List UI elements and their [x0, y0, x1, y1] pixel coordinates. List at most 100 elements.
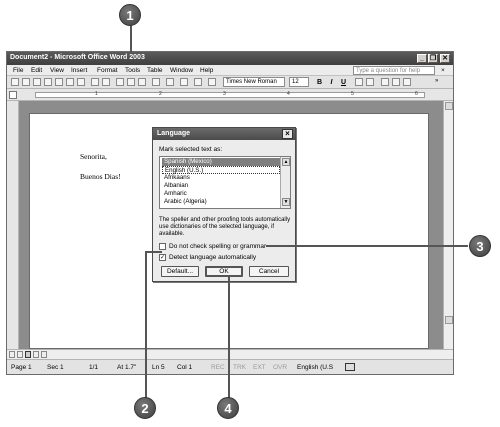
hyperlink-icon[interactable] [180, 78, 188, 86]
status-section: Sec 1 [47, 364, 64, 371]
spelling-status-icon[interactable] [345, 363, 355, 371]
email-icon[interactable] [55, 78, 63, 86]
document-text: Buenos Dias! [80, 172, 121, 181]
toolbar-options-icon[interactable]: » [435, 78, 443, 86]
ruler-strip [35, 92, 425, 98]
open-icon[interactable] [22, 78, 30, 86]
ask-question-input[interactable]: Type a question for help [353, 66, 435, 75]
menu-view[interactable]: View [50, 67, 64, 74]
list-scroll-up-icon[interactable]: ▲ [282, 158, 290, 166]
status-bar: Page 1 Sec 1 1/1 At 1.7" Ln 5 Col 1 REC … [7, 359, 453, 374]
document-close-icon[interactable]: × [441, 67, 445, 74]
ruler-number: 6 [415, 91, 418, 97]
callout-1: 1 [119, 4, 141, 26]
save-icon[interactable] [33, 78, 41, 86]
language-option-spanish-mexico[interactable]: Spanish (Mexico) [162, 158, 280, 166]
new-document-icon[interactable] [11, 78, 19, 86]
language-list[interactable]: Spanish (Mexico) English (U.S.) Afrikaan… [159, 156, 291, 209]
menu-help[interactable]: Help [200, 67, 213, 74]
status-language[interactable]: English (U.S [297, 364, 333, 371]
menu-edit[interactable]: Edit [31, 67, 42, 74]
help-icon[interactable] [194, 78, 202, 86]
scroll-down-icon[interactable] [445, 316, 453, 324]
minimize-button[interactable]: _ [417, 54, 427, 63]
align-left-icon[interactable] [355, 78, 363, 86]
select-browse-object-icon[interactable] [445, 334, 453, 340]
align-center-icon[interactable] [366, 78, 374, 86]
cancel-button[interactable]: Cancel [249, 266, 289, 277]
options-icon[interactable] [208, 78, 216, 86]
tab-selector-icon[interactable] [9, 91, 17, 99]
vertical-scrollbar[interactable] [443, 101, 453, 349]
language-list-scrollbar[interactable]: ▲ ▼ [280, 157, 290, 208]
horizontal-ruler[interactable]: 1 2 3 4 5 6 [7, 89, 453, 101]
callout-4-leader [228, 277, 230, 404]
vertical-ruler [7, 101, 19, 349]
ruler-number: 2 [159, 91, 162, 97]
copy-icon[interactable] [127, 78, 135, 86]
outline-view-icon[interactable] [33, 351, 39, 358]
no-spell-check-label[interactable]: Do not check spelling or grammar [169, 243, 266, 250]
menu-window[interactable]: Window [170, 67, 193, 74]
menu-insert[interactable]: Insert [71, 67, 87, 74]
status-trk[interactable]: TRK [233, 364, 246, 371]
horizontal-scrollbar[interactable] [7, 349, 453, 359]
bold-button[interactable]: B [315, 78, 324, 87]
dialog-close-icon[interactable]: × [282, 129, 293, 139]
dialog-title-bar[interactable]: Language × [153, 128, 295, 140]
numbering-icon[interactable] [381, 78, 389, 86]
font-size-box[interactable]: 12 [289, 77, 309, 87]
font-name-box[interactable]: Times New Roman [223, 77, 285, 87]
menu-file[interactable]: File [13, 67, 23, 74]
title-bar[interactable]: Document2 - Microsoft Office Word 2003 _… [7, 52, 453, 65]
restore-button[interactable]: ❐ [428, 54, 438, 63]
redo-icon[interactable] [166, 78, 174, 86]
normal-view-icon[interactable] [9, 351, 15, 358]
language-option-afrikaans[interactable]: Afrikaans [162, 174, 280, 182]
default-button[interactable]: Default... [161, 266, 199, 277]
callout-4: 4 [217, 397, 239, 419]
decrease-indent-icon[interactable] [403, 78, 411, 86]
close-button[interactable]: ✕ [440, 54, 450, 63]
print-preview-icon[interactable] [77, 78, 85, 86]
status-ext[interactable]: EXT [253, 364, 266, 371]
italic-button[interactable]: I [327, 78, 336, 87]
detect-language-checkbox[interactable]: ✓ [159, 254, 166, 261]
print-icon[interactable] [66, 78, 74, 86]
ok-button[interactable]: OK [205, 266, 243, 277]
menu-format[interactable]: Format [97, 67, 118, 74]
language-option-arabic-algeria[interactable]: Arabic (Algeria) [162, 198, 280, 206]
menu-tools[interactable]: Tools [125, 67, 140, 74]
next-page-icon[interactable] [445, 341, 453, 347]
callout-1-leader [130, 24, 132, 54]
language-option-albanian[interactable]: Albanian [162, 182, 280, 190]
list-scroll-down-icon[interactable]: ▼ [282, 198, 290, 206]
status-rec[interactable]: REC [211, 364, 225, 371]
previous-page-icon[interactable] [445, 327, 453, 333]
spelling-icon[interactable] [91, 78, 99, 86]
language-option-english-us[interactable]: English (U.S.) [162, 166, 280, 174]
research-icon[interactable] [102, 78, 110, 86]
menu-table[interactable]: Table [147, 67, 163, 74]
paste-icon[interactable] [138, 78, 146, 86]
scroll-up-icon[interactable] [445, 102, 453, 110]
print-layout-icon[interactable] [25, 351, 31, 358]
web-layout-icon[interactable] [17, 351, 23, 358]
status-page: Page 1 [11, 364, 32, 371]
reading-layout-icon[interactable] [41, 351, 47, 358]
permission-icon[interactable] [44, 78, 52, 86]
proofing-description: The speller and other proofing tools aut… [159, 217, 291, 237]
callout-2-leader [145, 251, 147, 403]
language-option-amharic[interactable]: Amharic [162, 190, 280, 198]
detect-language-label[interactable]: Detect language automatically [169, 254, 256, 261]
ruler-number: 1 [95, 91, 98, 97]
no-spell-check-checkbox[interactable] [159, 243, 166, 250]
callout-3: 3 [469, 235, 491, 257]
mark-selected-label: Mark selected text as: [159, 146, 223, 153]
cut-icon[interactable] [116, 78, 124, 86]
status-ovr[interactable]: OVR [273, 364, 287, 371]
underline-button[interactable]: U [339, 78, 348, 87]
callout-2: 2 [134, 397, 156, 419]
undo-icon[interactable] [152, 78, 160, 86]
bullets-icon[interactable] [392, 78, 400, 86]
